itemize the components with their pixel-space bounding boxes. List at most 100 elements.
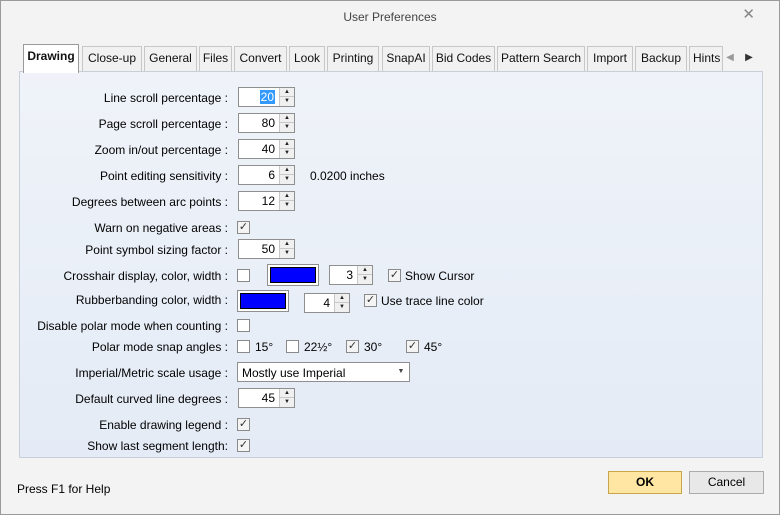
help-hint: Press F1 for Help xyxy=(17,482,111,496)
tab-general[interactable]: General xyxy=(144,46,197,71)
point-edit-value[interactable]: 6 xyxy=(239,166,278,184)
page-scroll-stepper[interactable]: 80 ▲ ▼ xyxy=(238,113,295,133)
rubberband-width-value[interactable]: 4 xyxy=(305,294,333,312)
tab-scroll-right-icon[interactable]: ▶ xyxy=(742,49,756,67)
arc-points-arrows: ▲ ▼ xyxy=(279,192,294,210)
spin-up-icon[interactable]: ▲ xyxy=(358,266,372,275)
rubberband-width-arrows: ▲ ▼ xyxy=(334,294,349,312)
preferences-dialog: User Preferences ✕ Drawing Close-up Gene… xyxy=(0,0,780,515)
tab-files[interactable]: Files xyxy=(199,46,232,71)
curved-degrees-stepper[interactable]: 45 ▲ ▼ xyxy=(238,388,295,408)
snap-22-label: 22½° xyxy=(304,340,333,354)
spin-down-icon[interactable]: ▼ xyxy=(358,275,372,284)
arc-points-label: Degrees between arc points : xyxy=(71,195,228,209)
trace-color-label: Use trace line color xyxy=(381,294,484,308)
drawing-tab-panel: Line scroll percentage : 20 ▲ ▼ Page scr… xyxy=(19,71,763,458)
crosshair-width-arrows: ▲ ▼ xyxy=(357,266,372,284)
tab-strip: Drawing Close-up General Files Convert L… xyxy=(19,44,763,73)
spin-up-icon[interactable]: ▲ xyxy=(280,166,294,175)
drawing-legend-label: Enable drawing legend : xyxy=(99,418,228,432)
scale-usage-value: Mostly use Imperial xyxy=(242,366,346,380)
line-scroll-value-text: 20 xyxy=(259,90,275,104)
drawing-legend-checkbox[interactable]: ✓ xyxy=(237,418,250,431)
line-scroll-stepper[interactable]: 20 ▲ ▼ xyxy=(238,87,295,107)
show-cursor-checkbox[interactable]: ✓ xyxy=(388,269,401,282)
last-segment-checkbox[interactable]: ✓ xyxy=(237,439,250,452)
scale-usage-label: Imperial/Metric scale usage : xyxy=(75,366,228,380)
crosshair-width-value[interactable]: 3 xyxy=(330,266,356,284)
spin-down-icon[interactable]: ▼ xyxy=(280,149,294,158)
spin-down-icon[interactable]: ▼ xyxy=(280,249,294,258)
spin-up-icon[interactable]: ▲ xyxy=(280,389,294,398)
spin-up-icon[interactable]: ▲ xyxy=(280,88,294,97)
crosshair-color-fill xyxy=(270,267,316,283)
zoom-label: Zoom in/out percentage : xyxy=(94,143,228,157)
page-scroll-value[interactable]: 80 xyxy=(239,114,278,132)
spin-up-icon[interactable]: ▲ xyxy=(280,114,294,123)
tab-bid-codes[interactable]: Bid Codes xyxy=(432,46,495,71)
symbol-size-arrows: ▲ ▼ xyxy=(279,240,294,258)
point-edit-stepper[interactable]: 6 ▲ ▼ xyxy=(238,165,295,185)
close-icon[interactable]: ✕ xyxy=(742,7,755,23)
snap-45-checkbox[interactable]: ✓ xyxy=(406,340,419,353)
line-scroll-value[interactable]: 20 xyxy=(239,88,278,106)
arc-points-stepper[interactable]: 12 ▲ ▼ xyxy=(238,191,295,211)
snap-22-checkbox[interactable] xyxy=(286,340,299,353)
tab-scroll-left-icon[interactable]: ◀ xyxy=(723,49,737,67)
rubberband-width-stepper[interactable]: 4 ▲ ▼ xyxy=(304,293,350,313)
tab-close-up[interactable]: Close-up xyxy=(82,46,142,71)
tab-drawing[interactable]: Drawing xyxy=(23,44,79,73)
last-segment-label: Show last segment length: xyxy=(87,439,228,453)
warn-negative-checkbox[interactable]: ✓ xyxy=(237,221,250,234)
spin-up-icon[interactable]: ▲ xyxy=(280,240,294,249)
page-scroll-arrows: ▲ ▼ xyxy=(279,114,294,132)
scale-usage-dropdown[interactable]: Mostly use Imperial ▼ xyxy=(237,362,410,382)
snap-30-checkbox[interactable]: ✓ xyxy=(346,340,359,353)
spin-up-icon[interactable]: ▲ xyxy=(280,192,294,201)
spin-down-icon[interactable]: ▼ xyxy=(280,201,294,210)
tab-convert[interactable]: Convert xyxy=(234,46,287,71)
symbol-size-value[interactable]: 50 xyxy=(239,240,278,258)
spin-down-icon[interactable]: ▼ xyxy=(280,398,294,407)
tab-printing[interactable]: Printing xyxy=(327,46,379,71)
tab-pattern-search[interactable]: Pattern Search xyxy=(497,46,585,71)
chevron-down-icon[interactable]: ▼ xyxy=(393,363,409,381)
rubberband-color-swatch[interactable] xyxy=(237,290,289,312)
ok-button[interactable]: OK xyxy=(608,471,682,494)
curved-degrees-arrows: ▲ ▼ xyxy=(279,389,294,407)
tab-backup[interactable]: Backup xyxy=(635,46,687,71)
spin-down-icon[interactable]: ▼ xyxy=(280,123,294,132)
spin-up-icon[interactable]: ▲ xyxy=(335,294,349,303)
cancel-button[interactable]: Cancel xyxy=(689,471,764,494)
rubberband-color-fill xyxy=(240,293,286,309)
line-scroll-arrows: ▲ ▼ xyxy=(279,88,294,106)
tab-hints[interactable]: Hints xyxy=(689,46,723,71)
title-bar[interactable]: User Preferences ✕ xyxy=(1,1,779,33)
spin-up-icon[interactable]: ▲ xyxy=(280,140,294,149)
page-scroll-label: Page scroll percentage : xyxy=(98,117,228,131)
tab-look[interactable]: Look xyxy=(289,46,325,71)
curved-degrees-value[interactable]: 45 xyxy=(239,389,278,407)
crosshair-label: Crosshair display, color, width : xyxy=(63,269,228,283)
symbol-size-stepper[interactable]: 50 ▲ ▼ xyxy=(238,239,295,259)
spin-down-icon[interactable]: ▼ xyxy=(335,303,349,312)
crosshair-color-swatch[interactable] xyxy=(267,264,319,286)
polar-snap-label: Polar mode snap angles : xyxy=(91,340,228,354)
spin-down-icon[interactable]: ▼ xyxy=(280,175,294,184)
tab-import[interactable]: Import xyxy=(587,46,633,71)
crosshair-width-stepper[interactable]: 3 ▲ ▼ xyxy=(329,265,373,285)
symbol-size-label: Point symbol sizing factor : xyxy=(85,243,228,257)
point-edit-arrows: ▲ ▼ xyxy=(279,166,294,184)
snap-15-checkbox[interactable] xyxy=(237,340,250,353)
arc-points-value[interactable]: 12 xyxy=(239,192,278,210)
tab-snapai[interactable]: SnapAI xyxy=(382,46,430,71)
window-title: User Preferences xyxy=(343,10,437,24)
zoom-stepper[interactable]: 40 ▲ ▼ xyxy=(238,139,295,159)
snap-30-label: 30° xyxy=(364,340,383,354)
trace-color-checkbox[interactable]: ✓ xyxy=(364,294,377,307)
spin-down-icon[interactable]: ▼ xyxy=(280,97,294,106)
polar-count-checkbox[interactable] xyxy=(237,319,250,332)
zoom-value[interactable]: 40 xyxy=(239,140,278,158)
crosshair-checkbox[interactable] xyxy=(237,269,250,282)
snap-45-label: 45° xyxy=(424,340,443,354)
